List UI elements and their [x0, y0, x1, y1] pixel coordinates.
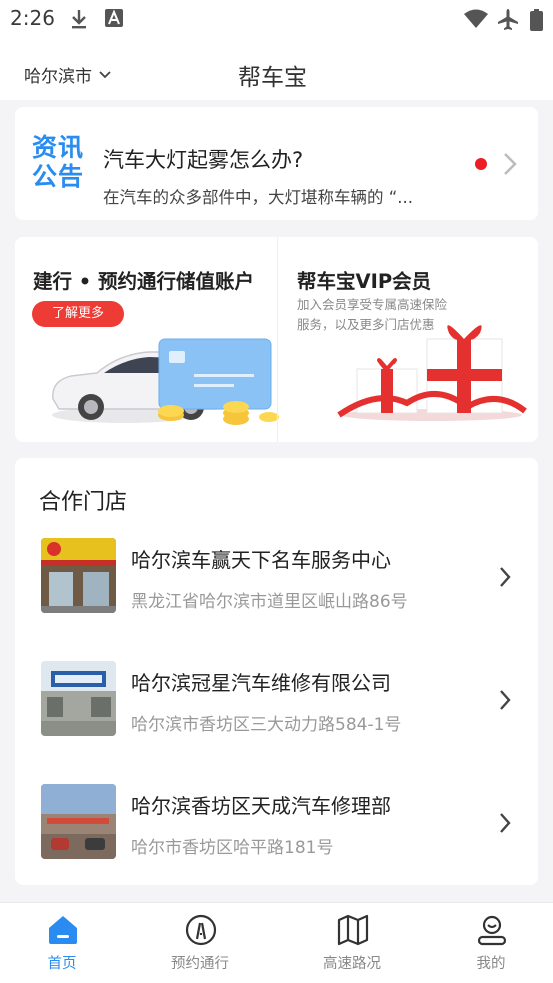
partner-stores-card: 合作门店 哈尔滨车赢天下名车服务中心 黑龙江省哈尔滨市道里区岷山路86号 哈尔滨… [15, 458, 538, 885]
promo-banner-card: 建行 • 预约通行储值账户 了解更多 帮车宝VIP会员 加入会员享受专属高速保险… [15, 237, 538, 442]
chevron-right-icon [500, 690, 511, 710]
promo-right-title: 帮车宝VIP会员 [297, 270, 432, 293]
news-summary: 在汽车的众多部件中，大灯堪称车辆的 “... [103, 188, 414, 207]
airplane-icon [498, 9, 518, 30]
wifi-icon [464, 9, 488, 28]
promo-left-title: 建行 • 预约通行储值账户 [33, 270, 255, 293]
unread-dot [475, 158, 487, 170]
page-title: 帮车宝 [238, 65, 307, 91]
news-logo-line1: 资讯 [32, 133, 85, 162]
home-icon [49, 916, 77, 944]
bottom-tab-bar: 首页 预约通行 高速路况 我的 [0, 902, 553, 983]
chevron-right-icon [500, 567, 511, 587]
store-photo [41, 661, 116, 736]
map-icon [337, 914, 369, 946]
gift-box-illustration [337, 325, 527, 421]
download-icon [72, 10, 86, 29]
tab-label: 高速路况 [323, 956, 381, 972]
app-header: 哈尔滨市 帮车宝 [0, 38, 553, 100]
news-logo-line2: 公告 [32, 162, 85, 191]
news-announcement-card[interactable]: 资讯 公告 汽车大灯起雾怎么办? 在汽车的众多部件中，大灯堪称车辆的 “... [15, 107, 538, 220]
store-photo [41, 784, 116, 859]
city-label: 哈尔滨市 [24, 67, 92, 87]
status-bar: 2:26 [0, 0, 553, 38]
news-logo: 资讯 公告 [32, 133, 88, 193]
city-selector[interactable]: 哈尔滨市 [24, 62, 112, 87]
promo-divider [277, 237, 278, 442]
store-photo [41, 538, 116, 613]
tab-label: 预约通行 [171, 956, 229, 972]
tab-home[interactable]: 首页 [2, 903, 122, 983]
tab-label: 我的 [476, 956, 506, 972]
tab-profile[interactable]: 我的 [431, 903, 551, 983]
chevron-right-icon [500, 813, 511, 833]
store-name: 哈尔滨香坊区天成汽车修理部 [131, 794, 391, 818]
store-address: 黑龙江省哈尔滨市道里区岷山路86号 [131, 592, 408, 612]
car-card-illustration [52, 338, 279, 425]
chevron-down-icon [99, 70, 111, 78]
tab-reserve-pass[interactable]: 预约通行 [140, 903, 260, 983]
store-name: 哈尔滨车赢天下名车服务中心 [131, 548, 391, 572]
tab-highway-status[interactable]: 高速路况 [292, 903, 412, 983]
font-icon [105, 9, 123, 27]
store-list-item[interactable]: 哈尔滨香坊区天成汽车修理部 哈尔市香坊区哈平路181号 [15, 776, 538, 876]
store-address: 哈尔市香坊区哈平路181号 [131, 838, 334, 858]
store-address: 哈尔滨市香坊区三大动力路584-1号 [131, 715, 402, 735]
status-time: 2:26 [10, 6, 55, 30]
chevron-right-icon [504, 153, 517, 175]
profile-icon [477, 915, 507, 946]
battery-icon [530, 9, 543, 31]
news-title: 汽车大灯起雾怎么办? [103, 148, 304, 172]
tab-label: 首页 [47, 956, 77, 972]
road-icon [185, 914, 217, 946]
store-name: 哈尔滨冠星汽车维修有限公司 [131, 671, 391, 695]
store-list-item[interactable]: 哈尔滨冠星汽车维修有限公司 哈尔滨市香坊区三大动力路584-1号 [15, 653, 538, 753]
learn-more-button[interactable]: 了解更多 [32, 301, 124, 327]
store-list-item[interactable]: 哈尔滨车赢天下名车服务中心 黑龙江省哈尔滨市道里区岷山路86号 [15, 530, 538, 630]
stores-section-title: 合作门店 [39, 490, 128, 515]
